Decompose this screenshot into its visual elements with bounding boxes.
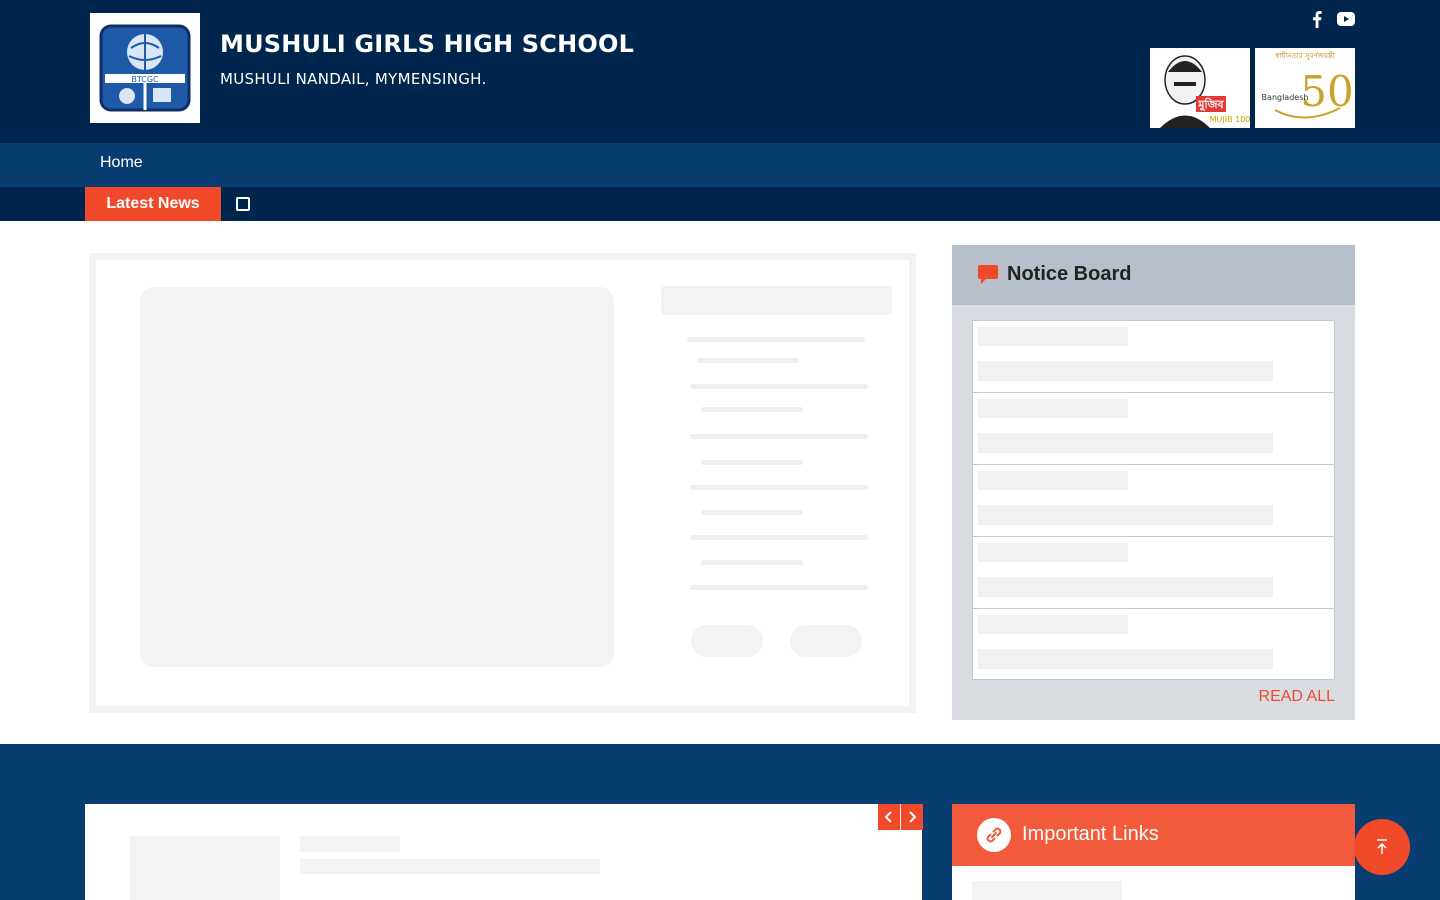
text-line-placeholder — [701, 407, 803, 412]
bangladesh-text: Bangladesh — [1262, 93, 1309, 102]
scroll-to-top-button[interactable] — [1354, 819, 1410, 875]
svg-text:স্বাধীনতার সুবর্ণজয়ন্তী: স্বাধীনতার সুবর্ণজয়ন্তী — [1274, 51, 1336, 60]
notice-date-placeholder — [978, 543, 1128, 562]
notice-text-placeholder — [978, 505, 1273, 525]
notice-text-placeholder — [978, 649, 1273, 669]
golden-jubilee-number: 50 — [1300, 67, 1353, 116]
button-placeholder — [790, 625, 862, 657]
latest-news-label: Latest News — [85, 187, 221, 221]
chevron-right-icon — [909, 811, 917, 823]
notice-list — [972, 320, 1335, 680]
logo-icon: BTCGC — [99, 24, 191, 112]
notice-text-placeholder — [978, 361, 1273, 381]
list-item[interactable] — [973, 609, 1334, 681]
text-line-placeholder — [690, 485, 868, 490]
list-item[interactable] — [973, 537, 1334, 609]
text-line-placeholder — [697, 358, 799, 363]
text-line-placeholder — [701, 560, 803, 565]
text-line-placeholder — [690, 535, 868, 540]
carousel-next-button[interactable] — [901, 804, 923, 830]
nav-item-home[interactable]: Home — [100, 154, 143, 172]
important-links: Important Links — [952, 804, 1355, 900]
square-icon — [236, 197, 250, 211]
carousel-prev-button[interactable] — [878, 804, 900, 830]
important-links-header: Important Links — [952, 804, 1355, 866]
button-placeholder — [691, 625, 763, 657]
mujib-sub: MUJIB 100 — [1210, 115, 1250, 124]
logo-text: BTCGC — [131, 75, 159, 84]
text-line-placeholder — [690, 384, 868, 389]
notice-date-placeholder — [978, 471, 1128, 490]
mujib-text: মুজিব — [1197, 97, 1224, 112]
text-line-placeholder — [701, 510, 803, 515]
chevron-left-icon — [884, 811, 892, 823]
bangladesh-50-emblem[interactable]: স্বাধীনতার সুবর্ণজয়ন্তী 50 Bangladesh — [1255, 48, 1355, 128]
notice-text-placeholder — [978, 577, 1273, 597]
main-nav: Home — [0, 143, 1440, 187]
notice-date-placeholder — [978, 327, 1128, 346]
link-icon — [977, 818, 1011, 852]
mujib-100-emblem[interactable]: মুজিব MUJIB 100 — [1150, 48, 1250, 128]
title-placeholder — [300, 836, 400, 852]
title-placeholder — [661, 286, 892, 315]
arrow-up-icon — [1377, 839, 1387, 854]
notice-board-header: Notice Board — [952, 245, 1355, 305]
school-address: MUSHULI NANDAIL, MYMENSINGH. — [220, 70, 487, 88]
notice-date-placeholder — [978, 615, 1128, 634]
text-line-placeholder — [690, 434, 868, 439]
list-item[interactable] — [973, 321, 1334, 393]
school-name[interactable]: MUSHULI GIRLS HIGH SCHOOL — [220, 30, 634, 58]
image-placeholder — [130, 836, 280, 900]
slider-inner — [96, 260, 909, 706]
image-placeholder — [140, 287, 614, 667]
news-ticker: Latest News — [0, 187, 1440, 221]
link-placeholder — [972, 881, 1122, 900]
text-line-placeholder — [687, 337, 865, 342]
list-item[interactable] — [973, 465, 1334, 537]
school-logo[interactable]: BTCGC — [90, 13, 200, 123]
text-line-placeholder — [300, 859, 600, 874]
slider-placeholder — [89, 253, 916, 713]
read-all-link[interactable]: READ ALL — [1259, 688, 1335, 706]
notice-board: Notice Board READ ALL — [952, 245, 1355, 720]
notice-text-placeholder — [978, 433, 1273, 453]
important-links-title: Important Links — [1022, 823, 1159, 845]
site-header: BTCGC MUSHULI GIRLS HIGH SCHOOL MUSHULI … — [0, 0, 1440, 143]
comment-icon — [977, 264, 999, 286]
facebook-icon[interactable] — [1307, 10, 1327, 28]
text-line-placeholder — [701, 460, 803, 465]
carousel-card — [85, 804, 922, 900]
list-item[interactable] — [973, 393, 1334, 465]
text-line-placeholder — [690, 585, 868, 590]
notice-date-placeholder — [978, 399, 1128, 418]
notice-board-title: Notice Board — [1007, 263, 1132, 285]
youtube-icon[interactable] — [1336, 10, 1356, 28]
